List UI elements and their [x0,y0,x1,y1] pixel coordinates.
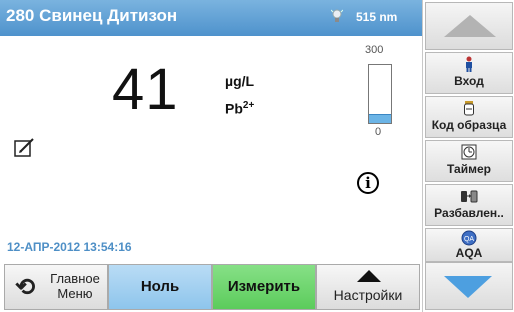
login-label: Вход [454,74,484,88]
scroll-up-icon [444,15,496,37]
back-arrow-icon: ⟲ [15,274,36,301]
main-menu-label-line1: Главное [50,271,100,286]
person-icon [426,56,512,74]
timer-button[interactable]: Таймер [425,140,513,182]
sample-id-label: Код образца [431,118,507,132]
species-charge: 2+ [242,100,255,111]
settings-label: Настройки [333,287,403,303]
species-base: Pb [225,100,243,117]
settings-button[interactable]: Настройки [316,264,420,310]
settings-up-icon [357,270,381,282]
bottom-bar: ⟲ Главное Меню Ноль Измерить Настройки [0,262,422,312]
svg-text:QA: QA [464,236,474,243]
main-menu-label: Главное Меню [43,271,107,301]
header-bar: 280 Свинец Дитизон 515 nm [0,0,422,36]
range-bar-fill [369,114,391,123]
zero-button[interactable]: Ноль [108,264,212,310]
aqa-button[interactable]: QA AQA [425,228,513,262]
aqa-icon: QA [426,230,512,246]
scroll-down-icon [444,276,492,298]
dilution-button[interactable]: Разбавлен.. [425,184,513,226]
aqa-label: AQA [455,246,483,260]
result-species: Pb2+ [225,100,254,117]
timestamp: 12-АПР-2012 13:54:16 [7,240,132,254]
lamp-icon [331,9,343,22]
instrument-screen: 280 Свинец Дитизон 515 nm 41 µg/L Pb2+ 3… [0,0,514,312]
edit-icon[interactable] [14,136,36,158]
sample-bottle-icon [426,100,512,118]
timer-label: Таймер [447,162,491,176]
main-menu-button[interactable]: ⟲ Главное Меню [4,264,108,310]
result-unit: µg/L [225,73,255,89]
main-menu-label-line2: Меню [57,286,93,301]
dilution-icon [426,188,512,206]
sample-id-button[interactable]: Код образца [425,96,513,138]
dilution-label: Разбавлен.. [434,206,504,220]
scroll-up-button[interactable] [425,2,513,50]
range-bar [368,64,392,124]
result-value: 41 [112,57,179,122]
scroll-down-button[interactable] [425,262,513,310]
info-icon[interactable]: i [357,172,379,194]
range-max-label: 300 [365,44,384,56]
range-min-label: 0 [375,126,382,138]
timer-icon [426,144,512,162]
login-button[interactable]: Вход [425,52,513,94]
wavelength-label: 515 nm [356,10,398,24]
result-area: 41 µg/L Pb2+ 300 0 i 12-АПР-2012 13:54:1… [0,36,422,262]
side-panel: Вход Код образца Таймер Разбавлен.. QA A… [422,0,514,312]
measure-button[interactable]: Измерить [212,264,316,310]
program-title: 280 Свинец Дитизон [6,6,178,25]
